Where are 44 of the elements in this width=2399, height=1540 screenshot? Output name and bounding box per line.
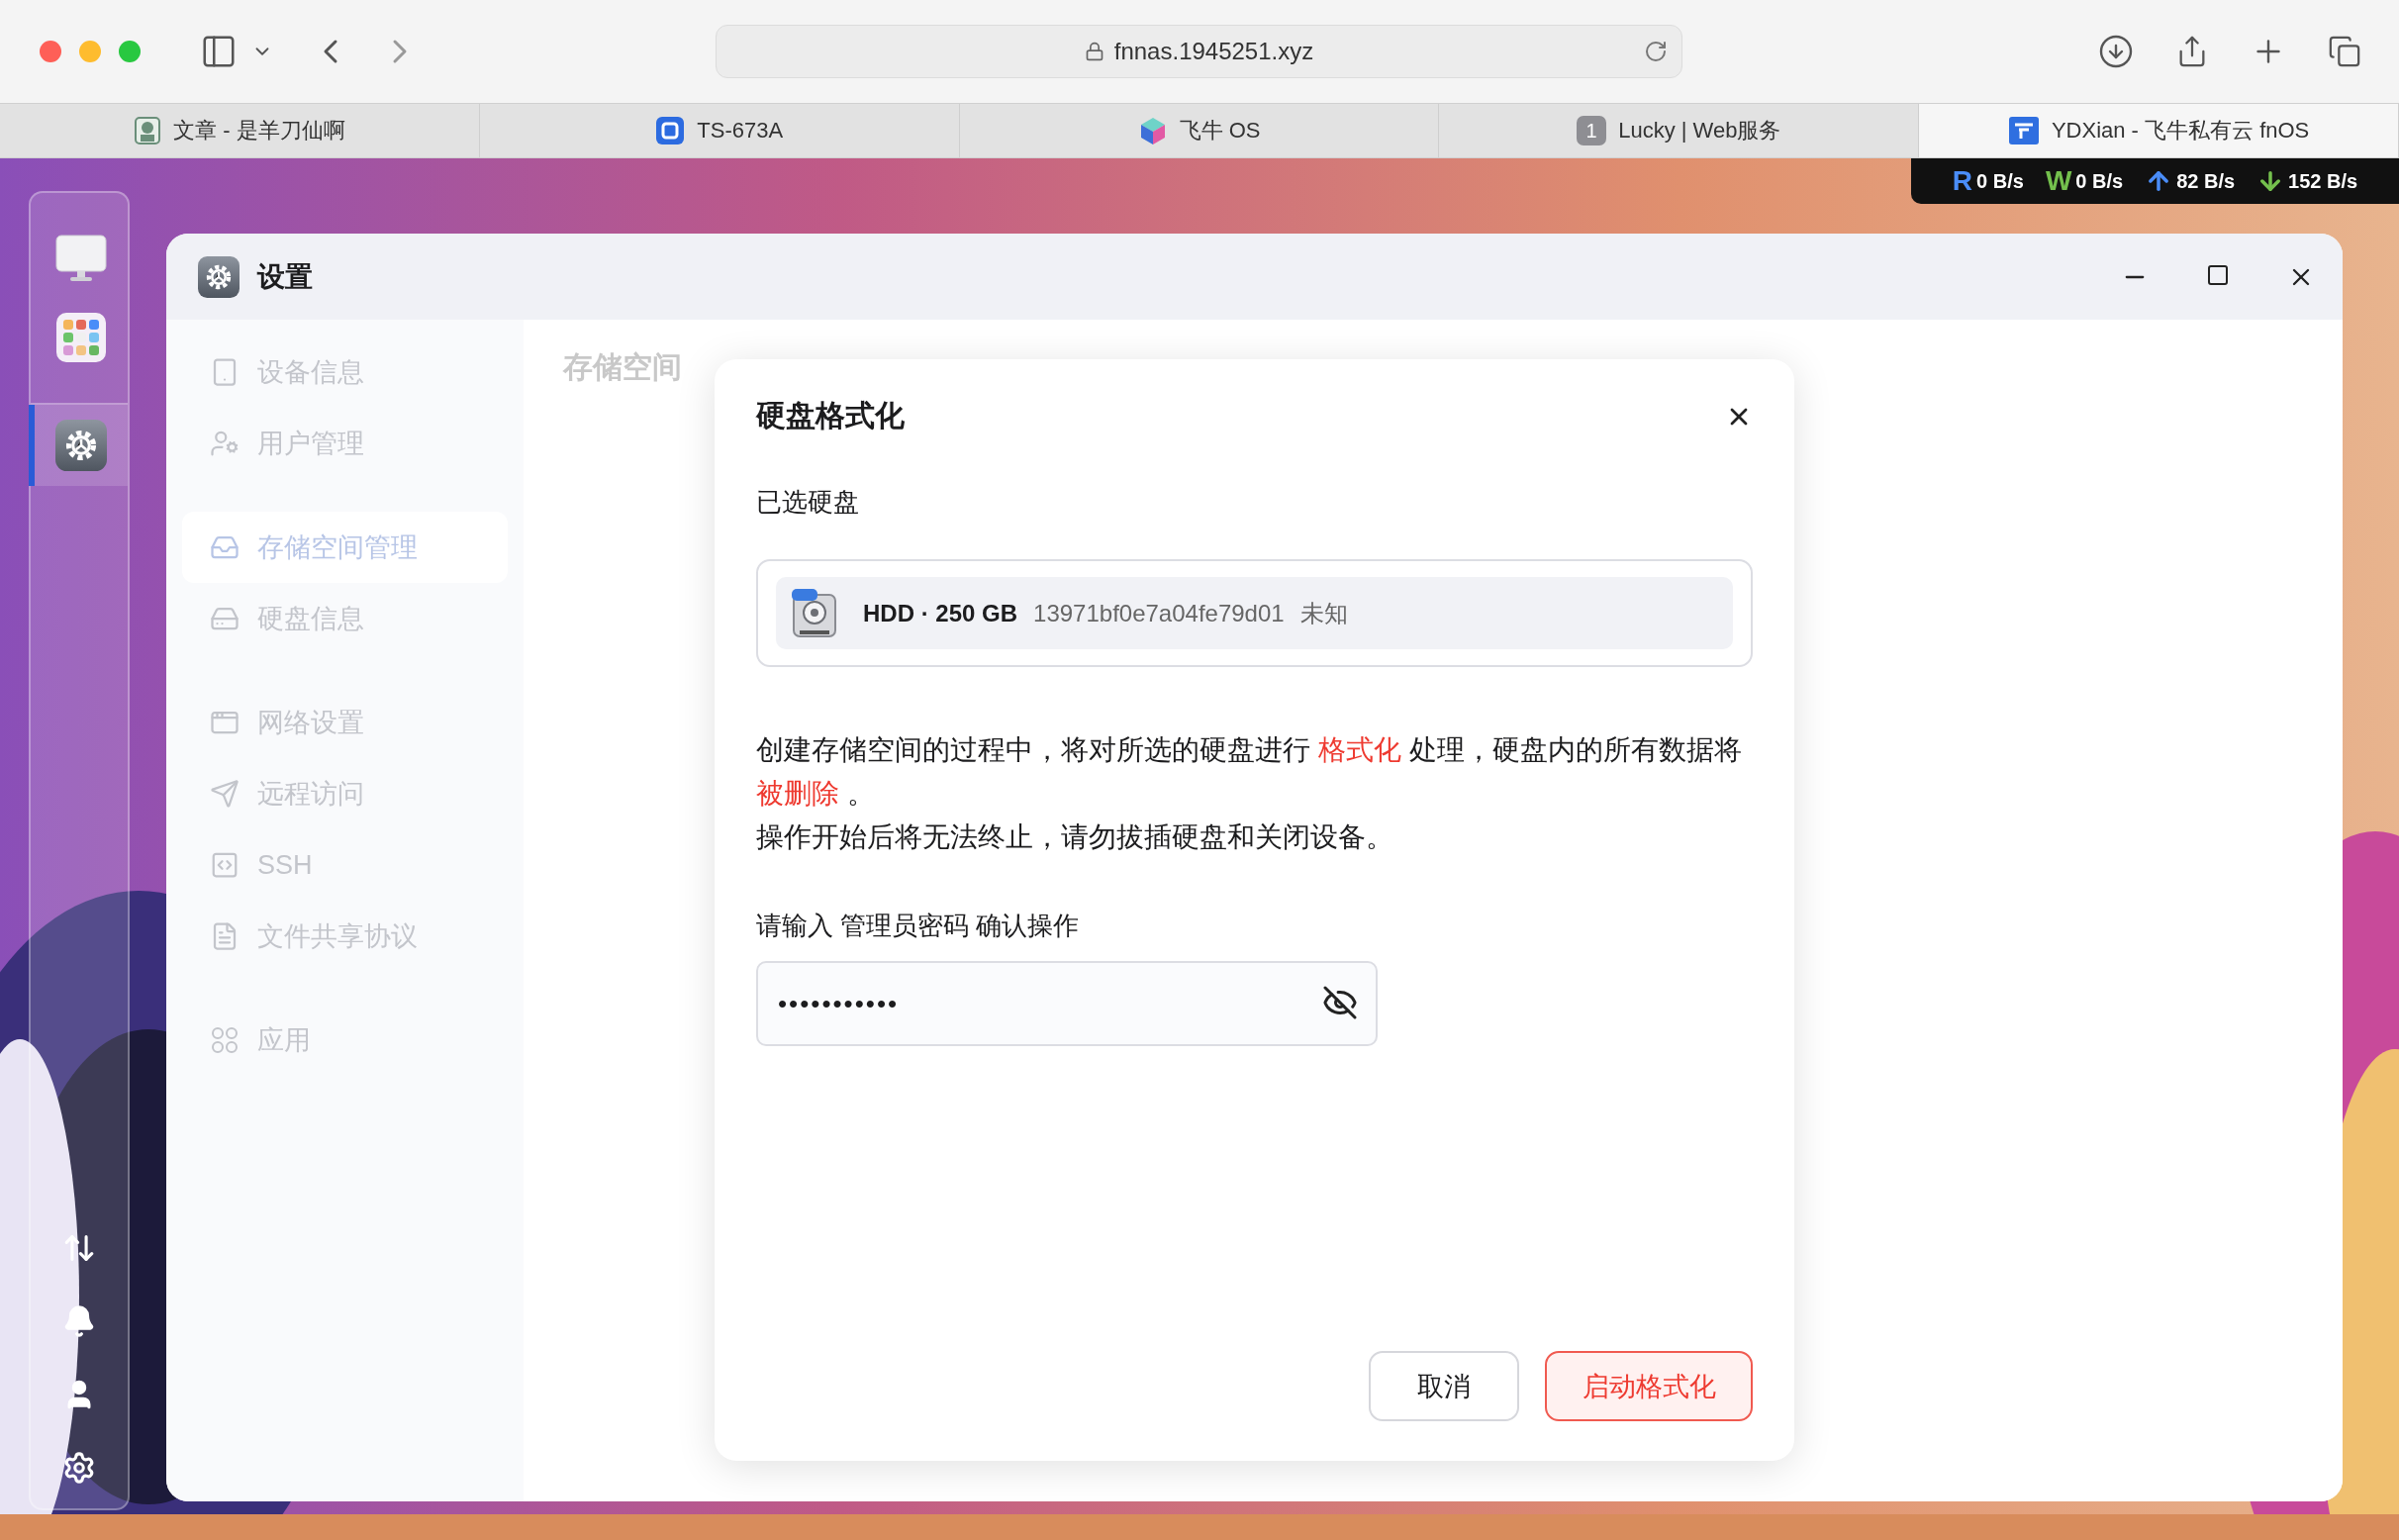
tab-favicon-icon (134, 116, 162, 145)
password-field[interactable]: ••••••••••• (756, 961, 1378, 1046)
window-title: 设置 (257, 259, 313, 294)
eye-off-icon[interactable] (1322, 985, 1358, 1020)
disk-type: HDD · 250 GB (863, 599, 1018, 627)
app-grid-icon[interactable] (56, 313, 106, 362)
lock-icon (1084, 42, 1104, 61)
download-icon[interactable] (2098, 34, 2134, 69)
browser-tab[interactable]: YDXian - 飞牛私有云 fnOS (1919, 104, 2399, 157)
status-letter: W (2045, 165, 2072, 197)
transfer-rate: 0 B/s (1976, 169, 2024, 193)
dock-item[interactable] (29, 405, 128, 486)
monitor-icon[interactable] (55, 235, 107, 282)
paper-plane-icon (210, 779, 240, 809)
disk-serial: 13971bf0e7a04fe79d01 (1033, 599, 1285, 627)
section-label: 已选硬盘 (756, 486, 860, 519)
transfer-rate: 0 B/s (2075, 169, 2124, 193)
tab-badge: 1 (1577, 116, 1607, 145)
apps-icon (210, 1025, 240, 1055)
format-button[interactable]: 启动格式化 (1545, 1351, 1753, 1421)
cancel-button[interactable]: 取消 (1369, 1351, 1519, 1421)
tab-favicon-icon (2007, 116, 2040, 145)
reload-icon[interactable] (1644, 40, 1668, 63)
status-letter: R (1952, 165, 1973, 197)
tab-overview-icon[interactable] (2328, 35, 2361, 68)
settings-app-icon[interactable] (198, 255, 240, 298)
transfer-rate: 82 B/s (2176, 169, 2236, 193)
sidebar-icon[interactable] (200, 33, 238, 70)
warning-text: 创建存储空间的过程中，将对所选的硬盘进行 格式化 处理，硬盘内的所有数据将 被删除 。 (756, 733, 1743, 811)
settings-app-icon[interactable] (55, 420, 107, 471)
transfer-rate: 152 B/s (2288, 169, 2358, 193)
tab-favicon-icon (655, 116, 686, 145)
close-window-button[interactable] (40, 41, 61, 62)
hard-drive-icon (792, 588, 837, 638)
disk-row[interactable]: HDD · 250 GB 13971bf0e7a04fe79d01 未知 (776, 577, 1733, 649)
settings-icon[interactable] (62, 1451, 96, 1485)
warning-text: 操作开始后将无法终止，请勿拔插硬盘和关闭设备。 (756, 820, 1394, 854)
disk-status: 未知 (1299, 598, 1348, 628)
code-icon (210, 850, 240, 880)
notification-icon[interactable] (62, 1304, 96, 1338)
dialog-title: 硬盘格式化 (756, 398, 905, 433)
password-label: 请输入 管理员密码 确认操作 (756, 910, 1081, 942)
user-settings-icon (210, 429, 240, 458)
address-field[interactable]: fnnas.1945251.xyz (716, 25, 1682, 78)
